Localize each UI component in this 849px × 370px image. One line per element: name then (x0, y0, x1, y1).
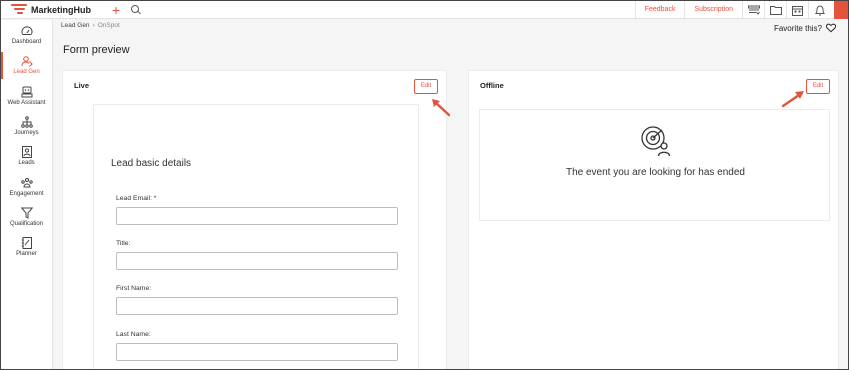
target-user-icon (641, 126, 671, 157)
title-input[interactable] (116, 252, 398, 270)
lead-gen-icon (21, 56, 33, 68)
field-label-first-name: First Name: (116, 285, 152, 292)
offline-message-box: The event you are looking for has ended (479, 109, 830, 221)
live-edit-button[interactable]: Edit (414, 79, 438, 94)
sidebar-item-label: Qualification (9, 220, 44, 227)
calendar-icon[interactable] (786, 1, 808, 19)
sidebar-item-dashboard[interactable]: Dashboard (1, 20, 52, 50)
sidebar: Dashboard Lead Gen Web Assistant Journey… (1, 20, 53, 369)
inbox-icon[interactable] (742, 1, 764, 19)
brand-name: MarketingHub (31, 4, 92, 15)
sidebar-item-label: Web Assistant (7, 99, 46, 106)
last-name-input[interactable] (116, 343, 398, 361)
live-card: Live Edit Lead basic details Lead Email:… (62, 70, 451, 369)
heart-icon[interactable] (826, 23, 836, 33)
sidebar-item-label: Dashboard (11, 39, 42, 46)
favorite-label: Favorite this? (773, 23, 822, 33)
sidebar-item-label: Planner (16, 251, 37, 258)
avatar[interactable] (834, 1, 848, 19)
add-icon[interactable]: + (109, 3, 123, 17)
form-heading: Lead basic details (111, 158, 192, 169)
brand-logo-icon (11, 3, 27, 16)
sidebar-item-label: Journeys (14, 130, 39, 137)
top-bar: MarketingHub + Feedback Subscription (1, 1, 848, 19)
app-window: MarketingHub + Feedback Subscription Das… (0, 0, 849, 370)
sidebar-item-label: Leads (18, 160, 35, 167)
brand[interactable]: MarketingHub (1, 3, 101, 16)
breadcrumb: Lead Gen › OnSpot (61, 22, 120, 29)
breadcrumb-separator: › (92, 22, 95, 29)
field-label-lead-email: Lead Email: * (116, 195, 157, 202)
offline-edit-button[interactable]: Edit (806, 79, 830, 94)
feedback-link[interactable]: Feedback (634, 1, 685, 19)
subscription-link[interactable]: Subscription (684, 1, 742, 19)
bell-icon[interactable] (808, 1, 830, 19)
leads-icon (21, 146, 32, 159)
first-name-input[interactable] (116, 297, 398, 315)
offline-message: The event you are looking for has ended (565, 167, 745, 178)
sidebar-item-label: Engagement (9, 190, 44, 197)
live-card-title: Live (74, 81, 90, 90)
gauge-icon (21, 26, 32, 36)
engagement-icon (20, 177, 33, 188)
folder-icon[interactable] (764, 1, 786, 19)
page-title: Form preview (63, 44, 130, 56)
sidebar-item-engagement[interactable]: Engagement (1, 171, 52, 201)
filter-icon (20, 207, 33, 219)
arrow-pointer-icon (432, 99, 451, 117)
sidebar-item-qualification[interactable]: Qualification (1, 202, 52, 232)
sidebar-item-planner[interactable]: Planner (1, 232, 52, 262)
sidebar-item-journeys[interactable]: Journeys (1, 111, 52, 141)
planner-icon (21, 237, 32, 250)
offline-card-title: Offline (480, 81, 504, 90)
top-right-actions: Feedback Subscription (634, 1, 848, 19)
arrow-pointer-icon (781, 91, 804, 108)
sidebar-item-lead-gen[interactable]: Lead Gen (1, 50, 52, 80)
field-label-last-name: Last Name: (116, 331, 151, 338)
search-icon[interactable] (131, 4, 141, 15)
journeys-icon (20, 116, 33, 128)
breadcrumb-parent[interactable]: Lead Gen (61, 22, 90, 29)
lead-email-input[interactable] (116, 207, 398, 225)
field-label-title: Title: (116, 240, 131, 247)
form-preview: Lead basic details Lead Email: * Title: … (93, 104, 419, 369)
web-assistant-icon (21, 86, 32, 98)
offline-card: Offline Edit The event you are looking f… (468, 70, 839, 369)
sidebar-item-leads[interactable]: Leads (1, 141, 52, 171)
sidebar-item-label: Lead Gen (13, 69, 40, 76)
sidebar-item-web-assistant[interactable]: Web Assistant (1, 81, 52, 111)
favorite-toggle[interactable]: Favorite this? (774, 23, 836, 33)
breadcrumb-current: OnSpot (97, 22, 120, 29)
